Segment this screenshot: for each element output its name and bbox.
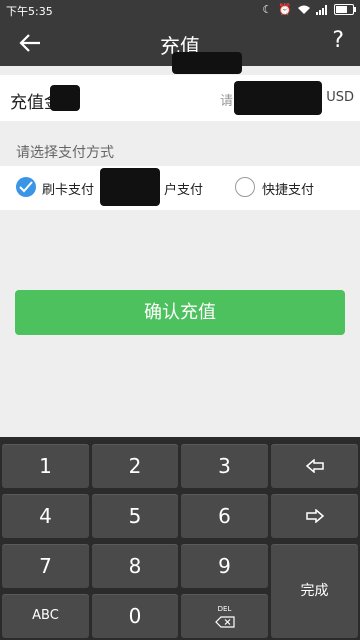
redaction (172, 52, 242, 74)
wifi-icon (298, 5, 310, 14)
confirm-recharge-button[interactable]: 确认充值 (15, 290, 345, 335)
key-6[interactable]: 6 (181, 494, 268, 538)
abc-key[interactable]: ABC (2, 594, 89, 638)
status-time: 下午5:35 (6, 5, 53, 18)
redaction (100, 168, 160, 206)
cursor-right-key[interactable] (271, 494, 358, 538)
key-9[interactable]: 9 (181, 544, 268, 588)
arrow-right-icon (305, 508, 324, 524)
status-icons: ☾ ⏰ (262, 3, 356, 16)
key-8[interactable]: 8 (92, 544, 178, 588)
redaction (234, 81, 322, 115)
status-bar: 下午5:35 ☾ ⏰ (0, 0, 360, 20)
card-pay-label[interactable]: 刷卡支付 (42, 179, 94, 198)
backspace-icon (214, 616, 235, 628)
alarm-icon: ⏰ (278, 3, 292, 16)
checkmark-icon (19, 181, 33, 193)
arrow-left-icon (305, 458, 324, 474)
numeric-keyboard: 1 2 3 4 5 6 7 8 9 完成 ABC 0 DEL (0, 437, 360, 640)
key-4[interactable]: 4 (2, 494, 89, 538)
cursor-left-key[interactable] (271, 444, 358, 488)
quick-pay-radio[interactable] (235, 177, 255, 197)
done-key[interactable]: 完成 (271, 544, 358, 638)
key-2[interactable]: 2 (92, 444, 178, 488)
key-3[interactable]: 3 (181, 444, 268, 488)
app-bar: 充值 ? (0, 20, 360, 74)
battery-icon (334, 4, 356, 15)
key-1[interactable]: 1 (2, 444, 89, 488)
currency-label: USD (326, 90, 354, 105)
key-0[interactable]: 0 (92, 594, 178, 638)
help-button[interactable]: ? (332, 28, 344, 53)
delete-key[interactable]: DEL (181, 594, 268, 638)
payment-options: 刷卡支付 户支付 快捷支付 (0, 166, 360, 210)
quick-pay-label[interactable]: 快捷支付 (262, 179, 314, 198)
del-label: DEL (217, 605, 232, 613)
moon-icon: ☾ (262, 3, 273, 16)
amount-input[interactable]: 请 (220, 90, 233, 109)
signal-icon (316, 4, 327, 15)
payment-section-label: 请选择支付方式 (16, 145, 114, 161)
redaction (50, 85, 80, 111)
key-7[interactable]: 7 (2, 544, 89, 588)
amount-row[interactable]: 充值金额 请 USD (0, 75, 360, 121)
card-pay-radio[interactable] (16, 177, 36, 197)
key-5[interactable]: 5 (92, 494, 178, 538)
account-pay-label[interactable]: 户支付 (164, 179, 203, 198)
